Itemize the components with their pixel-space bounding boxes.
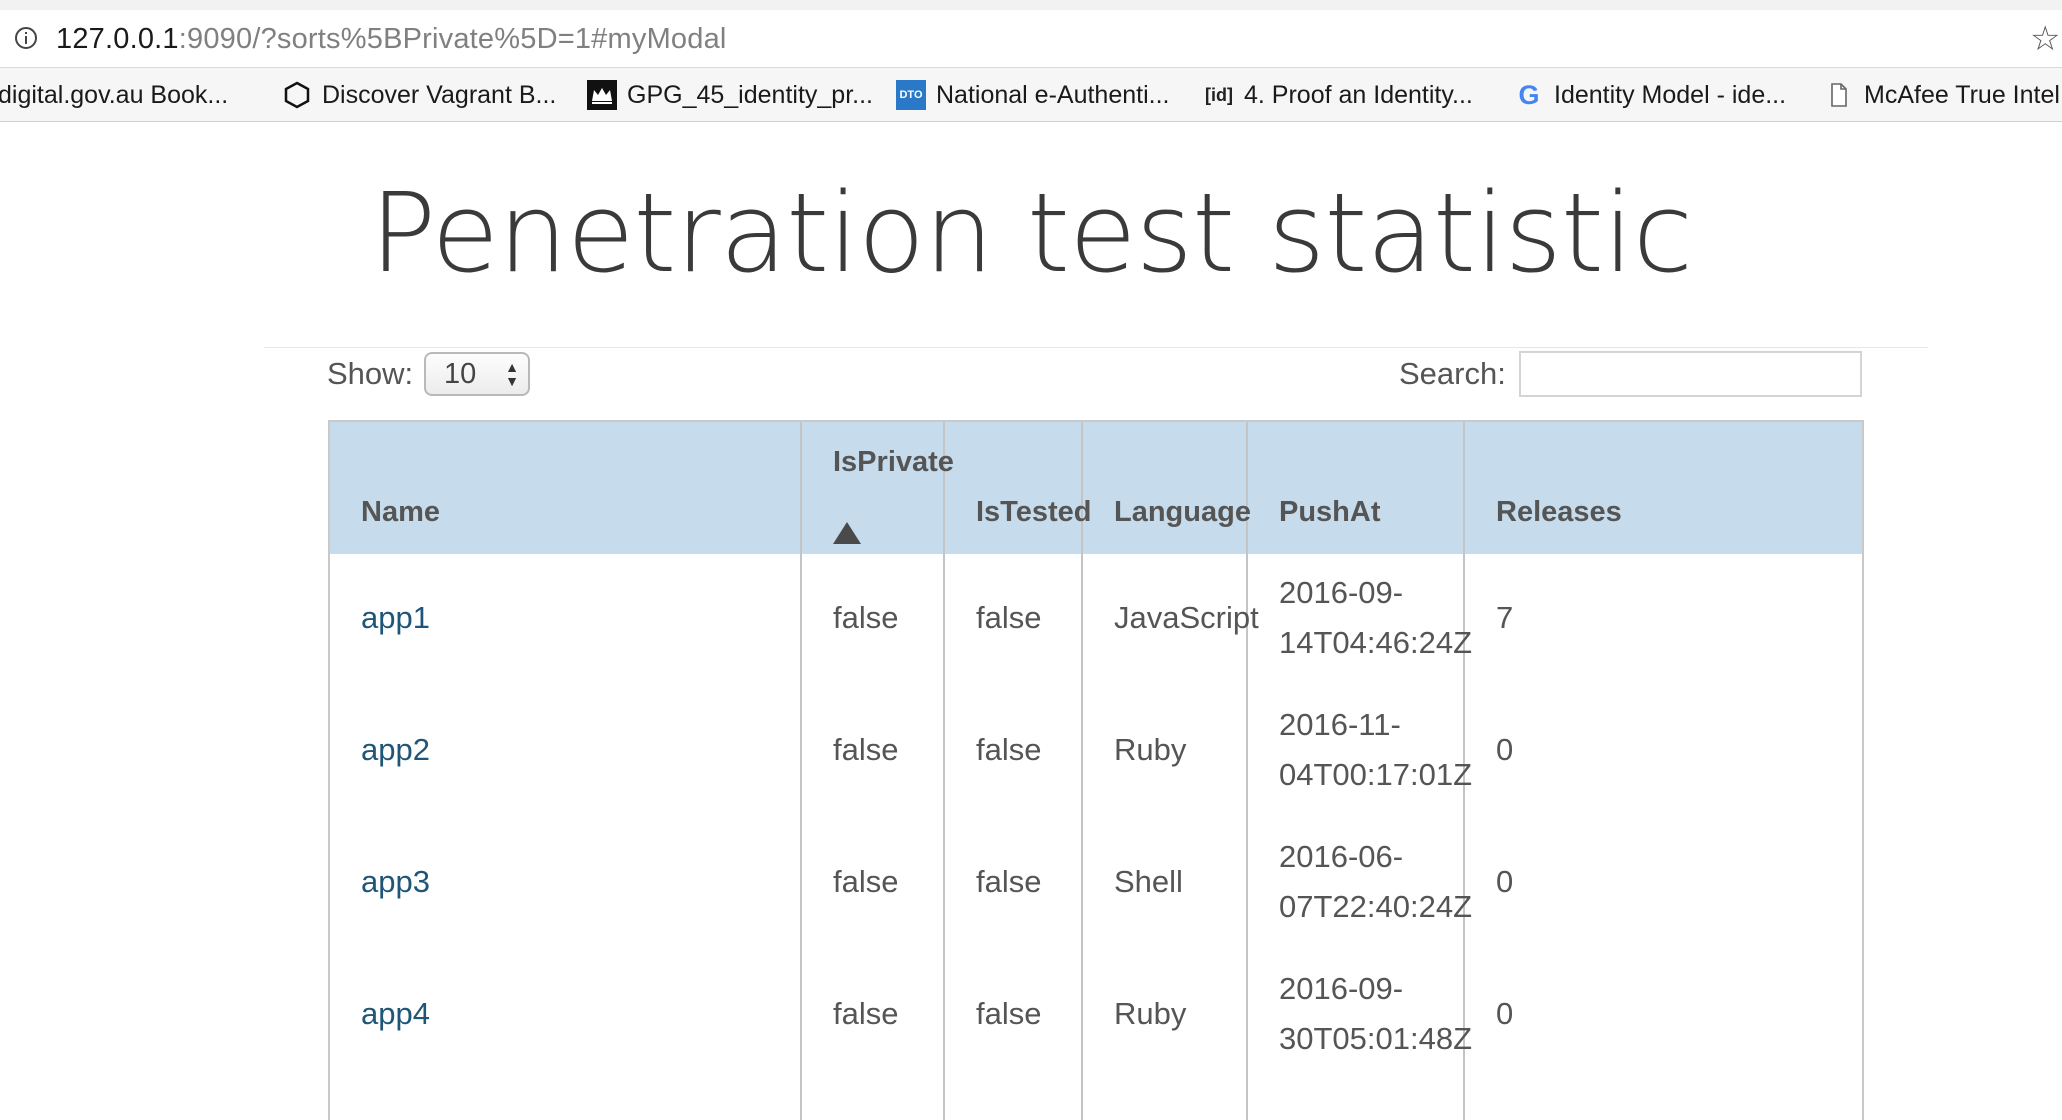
header-pushat[interactable]: PushAt xyxy=(1279,494,1381,530)
url-text[interactable]: 127.0.0.1:9090/?sorts%5BPrivate%5D=1#myM… xyxy=(56,23,727,55)
row-releases: 0 xyxy=(1496,996,1514,1031)
header-name[interactable]: Name xyxy=(361,494,440,530)
row-istested: false xyxy=(976,996,1042,1031)
vagrant-hexagon-icon xyxy=(282,80,312,110)
header-istested[interactable]: IsTested xyxy=(976,494,1092,530)
row-isprivate: false xyxy=(833,996,899,1031)
bookmark-identity-model[interactable]: G Identity Model - ide... xyxy=(1514,68,1787,121)
bookmark-label: GPG_45_identity_pr... xyxy=(627,80,873,109)
url-host: 127.0.0.1 xyxy=(56,23,179,55)
row-isprivate: false xyxy=(833,732,899,767)
bookmark-digital-gov[interactable]: digital.gov.au Book... xyxy=(0,68,229,121)
row-istested: false xyxy=(976,732,1042,767)
row-name-link[interactable]: app4 xyxy=(361,989,430,1039)
bookmark-vagrant[interactable]: Discover Vagrant B... xyxy=(282,68,557,121)
url-path: :9090/?sorts%5BPrivate%5D=1#myModal xyxy=(178,23,727,55)
sort-ascending-icon xyxy=(833,522,861,544)
row-pushat-time: 04T00:17:01Z xyxy=(1279,757,1473,792)
header-releases[interactable]: Releases xyxy=(1496,494,1622,530)
row-pushat-date: 2016-09- xyxy=(1279,575,1404,610)
row-name-link[interactable]: app2 xyxy=(361,725,430,775)
row-istested: false xyxy=(976,864,1042,899)
header-isprivate-label: IsPrivate xyxy=(833,446,954,478)
bookmark-national-eauth[interactable]: DTO National e-Authenti... xyxy=(896,68,1170,121)
search-label: Search: xyxy=(1399,356,1506,391)
row-pushat-date: 2016-09- xyxy=(1279,971,1404,1006)
row-language: Shell xyxy=(1114,864,1183,899)
header-language[interactable]: Language xyxy=(1114,494,1251,530)
header-isprivate[interactable]: IsPrivate xyxy=(833,444,954,544)
row-name-link[interactable]: app1 xyxy=(361,593,430,643)
google-icon: G xyxy=(1518,79,1540,110)
search-input[interactable] xyxy=(1519,351,1862,397)
bookmark-star-icon[interactable]: ☆ xyxy=(2030,22,2060,56)
page-icon xyxy=(1824,80,1854,110)
bookmark-label: National e-Authenti... xyxy=(936,80,1170,109)
row-releases: 7 xyxy=(1496,600,1514,635)
select-arrows-icon: ▲ ▼ xyxy=(505,359,519,389)
row-istested: false xyxy=(976,600,1042,635)
show-label: Show: xyxy=(327,356,414,391)
row-language: Ruby xyxy=(1114,996,1187,1031)
row-pushat-time: 14T04:46:24Z xyxy=(1279,625,1473,660)
row-pushat-date: 2016-11- xyxy=(1279,707,1401,742)
column-divider xyxy=(943,422,945,1120)
page-size-select[interactable]: 10 ▲ ▼ xyxy=(424,352,530,396)
row-isprivate: false xyxy=(833,864,899,899)
id-icon: [id] xyxy=(1205,84,1233,105)
bookmark-mcafee[interactable]: McAfee True Intel xyxy=(1824,68,2060,121)
address-bar[interactable]: 127.0.0.1:9090/?sorts%5BPrivate%5D=1#myM… xyxy=(0,10,2062,68)
bookmark-label: McAfee True Intel xyxy=(1864,80,2060,109)
row-pushat-date: 2016-06- xyxy=(1279,839,1404,874)
repos-table: Name IsPrivate IsTested Language PushAt … xyxy=(328,420,1864,1120)
row-name-link[interactable]: app3 xyxy=(361,857,430,907)
bookmarks-bar: digital.gov.au Book... Discover Vagrant … xyxy=(0,68,2062,122)
row-releases: 0 xyxy=(1496,732,1514,767)
crown-icon xyxy=(587,80,617,110)
column-divider xyxy=(800,422,802,1120)
row-language: Ruby xyxy=(1114,732,1187,767)
page-size-value: 10 xyxy=(444,358,477,390)
bookmark-proof-identity[interactable]: [id] 4. Proof an Identity... xyxy=(1204,68,1473,121)
row-language: JavaScript xyxy=(1114,600,1259,635)
bookmark-label: Identity Model - ide... xyxy=(1554,80,1787,109)
divider xyxy=(264,347,1928,348)
table-header xyxy=(330,422,1862,554)
bookmark-gpg45[interactable]: GPG_45_identity_pr... xyxy=(587,68,873,121)
info-icon[interactable] xyxy=(14,26,38,50)
page-title: Penetration test statistic xyxy=(369,169,1693,297)
bookmark-label: Discover Vagrant B... xyxy=(322,80,557,109)
dto-icon: DTO xyxy=(896,80,926,110)
row-pushat-time: 07T22:40:24Z xyxy=(1279,889,1473,924)
bookmark-label: 4. Proof an Identity... xyxy=(1244,80,1473,109)
row-isprivate: false xyxy=(833,600,899,635)
row-releases: 0 xyxy=(1496,864,1514,899)
bookmark-label: digital.gov.au Book... xyxy=(0,80,229,109)
row-pushat-time: 30T05:01:48Z xyxy=(1279,1021,1473,1056)
